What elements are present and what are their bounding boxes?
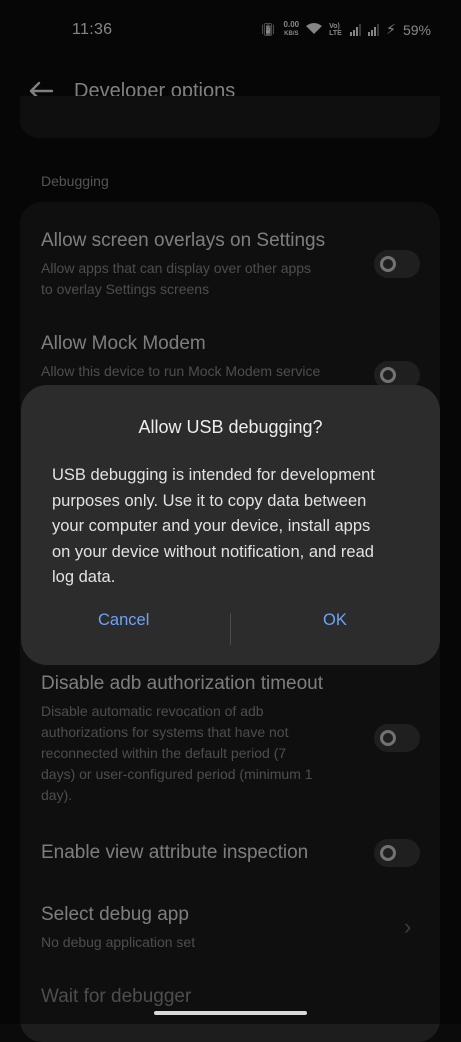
previous-card — [20, 96, 440, 138]
button-divider — [230, 613, 231, 645]
dialog-body-line: your computer and your device, install a… — [52, 517, 371, 535]
dialog-body-line: purposes only. Use it to copy data betwe… — [52, 491, 367, 510]
subtitle-line: reconnected within the default period (7 — [41, 745, 287, 761]
net-speed: 0.00 KB/S — [284, 21, 300, 38]
setting-screen-overlays[interactable]: Allow screen overlays on Settings Allow … — [41, 230, 325, 300]
setting-title: Disable adb authorization timeout — [41, 673, 324, 694]
setting-title: Select debug app — [41, 904, 189, 925]
status-icons: 📳︎ 0.00 KB/S Vo) LTE ⚡︎ 59% — [260, 21, 431, 38]
setting-view-attribute[interactable]: Enable view attribute inspection — [41, 842, 308, 864]
subtitle-line: Allow apps that can display over other a… — [41, 260, 312, 276]
setting-title: Enable view attribute inspection — [41, 842, 309, 863]
dialog-body-line: on your device without notification, and… — [52, 542, 374, 561]
subtitle-line: day). — [41, 787, 73, 803]
net-speed-value: 0.00 — [283, 20, 300, 29]
vibrate-icon: 📳︎ — [260, 21, 277, 37]
setting-subtitle: No debug application set — [41, 932, 195, 953]
setting-mock-modem[interactable]: Allow Mock Modem Allow this device to ru… — [41, 333, 320, 382]
chevron-right-icon: › — [404, 914, 412, 939]
status-time: 11:36 — [72, 21, 113, 38]
setting-select-debug-app[interactable]: Select debug app No debug application se… — [41, 904, 195, 953]
subtitle-line: days) or user-configured period (minimum… — [41, 766, 313, 782]
subtitle-line: Disable automatic revocation of adb — [41, 703, 264, 719]
setting-subtitle: Allow this device to run Mock Modem serv… — [41, 361, 320, 382]
dialog-body-line: USB debugging is intended for developmen… — [52, 466, 375, 484]
subtitle-line: No debug application set — [41, 934, 196, 950]
setting-title: Allow screen overlays on Settings — [41, 230, 326, 251]
dialog-body-line: log data. — [52, 568, 116, 586]
section-header: Debugging — [41, 173, 109, 189]
dialog-title: Allow USB debugging? — [138, 417, 323, 437]
charging-icon: ⚡︎ — [386, 21, 396, 37]
dialog-body: USB debugging is intended for developmen… — [52, 463, 412, 591]
usb-debugging-dialog: Allow USB debugging? USB debugging is in… — [21, 385, 440, 665]
ok-button[interactable]: OK — [323, 611, 347, 630]
adb-timeout-toggle[interactable] — [374, 724, 420, 752]
subtitle-line: to overlay Settings screens — [41, 281, 210, 297]
setting-adb-timeout[interactable]: Disable adb authorization timeout Disabl… — [41, 673, 323, 806]
setting-subtitle: Disable automatic revocation of adb auth… — [41, 701, 323, 806]
screen-overlays-toggle[interactable] — [374, 250, 420, 278]
wifi-icon — [306, 22, 323, 38]
setting-subtitle: Allow apps that can display over other a… — [41, 258, 325, 300]
view-attribute-toggle[interactable] — [374, 839, 420, 867]
volte-icon: Vo) LTE — [329, 22, 342, 37]
subtitle-line: Allow this device to run Mock Modem serv… — [41, 363, 321, 379]
battery-level: 59% — [402, 21, 431, 38]
setting-wait-for-debugger[interactable]: Wait for debugger — [41, 986, 191, 1008]
status-bar: 11:36 📳︎ 0.00 KB/S Vo) LTE ⚡︎ 59% — [0, 0, 461, 62]
net-speed-unit: KB/S — [284, 31, 299, 37]
signal-2-icon — [368, 23, 380, 36]
signal-1-icon — [350, 23, 362, 36]
setting-title: Allow Mock Modem — [41, 333, 206, 354]
setting-title: Wait for debugger — [41, 986, 192, 1007]
subtitle-line: authorizations for systems that have not — [41, 724, 289, 740]
home-indicator[interactable] — [154, 1011, 307, 1015]
cancel-button[interactable]: Cancel — [98, 611, 149, 630]
